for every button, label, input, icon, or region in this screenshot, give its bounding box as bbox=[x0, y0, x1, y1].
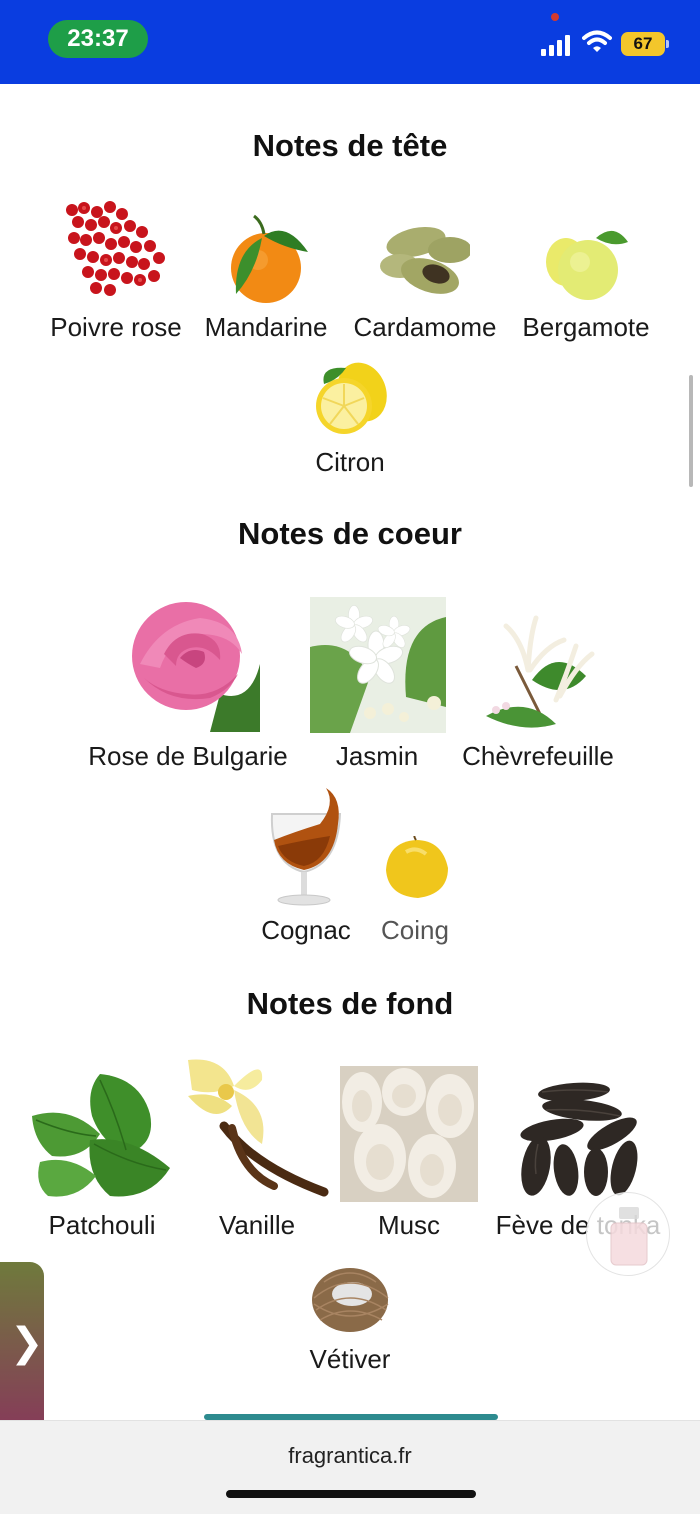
section-title-base-notes: Notes de fond bbox=[246, 986, 454, 1021]
patchouli-image bbox=[32, 1074, 170, 1197]
section-title-top-notes: Notes de tête bbox=[252, 128, 448, 163]
home-indicator[interactable] bbox=[226, 1490, 476, 1498]
rose-image bbox=[132, 602, 260, 732]
pink-pepper-image bbox=[66, 201, 165, 296]
recording-dot bbox=[551, 13, 559, 21]
note-label: Chèvrefeuille bbox=[462, 741, 614, 771]
floating-perfume-button[interactable] bbox=[586, 1192, 670, 1276]
note-label: Citron bbox=[315, 447, 385, 477]
vanilla-image bbox=[188, 1059, 329, 1197]
note-label: Mandarine bbox=[204, 312, 328, 342]
note-label: Cognac bbox=[261, 915, 351, 945]
url-label[interactable]: fragrantica.fr bbox=[0, 1443, 700, 1469]
section-title-heart-notes: Notes de coeur bbox=[238, 516, 462, 551]
perfume-bottle-icon bbox=[610, 1207, 648, 1266]
note-label: Vanille bbox=[218, 1210, 296, 1240]
mandarin-image bbox=[231, 214, 308, 303]
note-label: Poivre rose bbox=[50, 312, 182, 342]
side-drawer-handle[interactable]: ❯ bbox=[0, 1262, 44, 1434]
cognac-glass-image bbox=[270, 788, 342, 906]
jasmine-image bbox=[310, 597, 446, 733]
note-label: Cardamome bbox=[353, 312, 497, 342]
cardamom-image bbox=[380, 226, 470, 294]
battery-tip bbox=[666, 40, 669, 48]
status-time: 23:37 bbox=[48, 20, 148, 58]
note-label: Bergamote bbox=[522, 312, 650, 342]
lemon-image bbox=[316, 362, 387, 434]
status-bar: 23:37 67 bbox=[0, 0, 700, 84]
note-label: Rose de Bulgarie bbox=[88, 741, 288, 771]
quince-image bbox=[386, 836, 448, 898]
signal-icon bbox=[541, 34, 571, 56]
chevron-right-icon: ❯ bbox=[10, 1320, 44, 1366]
note-label: Musc bbox=[377, 1210, 441, 1240]
vetiver-image bbox=[312, 1268, 389, 1332]
scrollbar[interactable] bbox=[689, 375, 693, 487]
wifi-icon bbox=[582, 30, 612, 52]
note-label: Vétiver bbox=[309, 1344, 391, 1374]
musk-image bbox=[340, 1066, 478, 1202]
tonka-bean-image bbox=[520, 1082, 638, 1196]
battery-icon: 67 bbox=[621, 32, 665, 56]
note-label: Patchouli bbox=[48, 1210, 156, 1240]
page-load-progress bbox=[204, 1414, 498, 1420]
bergamot-image bbox=[546, 230, 628, 300]
note-label: Coing bbox=[381, 915, 449, 945]
honeysuckle-image bbox=[486, 615, 595, 728]
note-label: Jasmin bbox=[335, 741, 419, 771]
